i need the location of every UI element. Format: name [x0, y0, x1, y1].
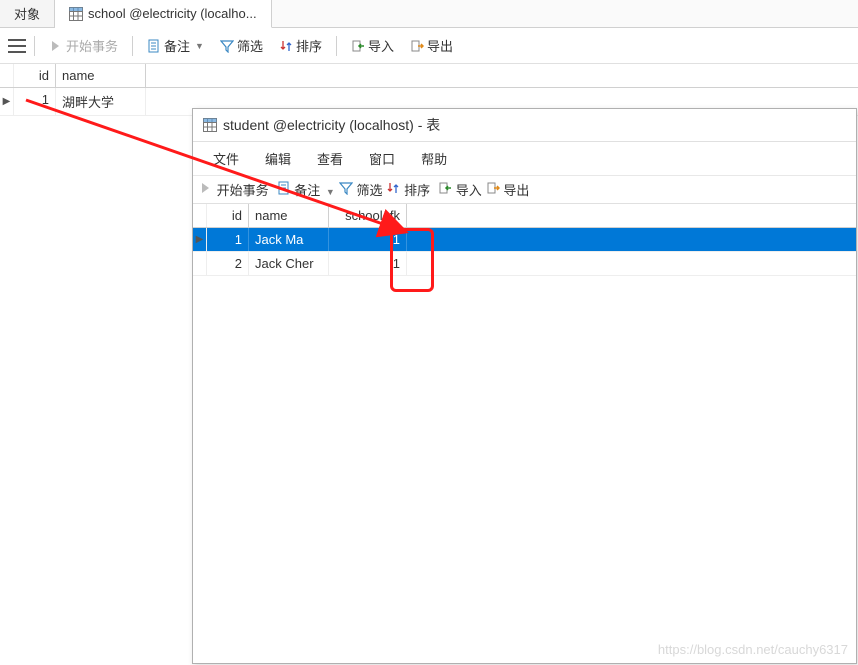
import-icon: [438, 181, 452, 195]
table-grid-icon: [69, 7, 83, 21]
export-icon: [486, 181, 500, 195]
col-header-id[interactable]: id: [207, 204, 249, 227]
row-marker: [0, 64, 14, 87]
student-grid: id name school_fk ▶ 1 Jack Ma 1 2 Jack C…: [193, 204, 856, 276]
table-row[interactable]: 2 Jack Cher 1: [193, 252, 856, 276]
cell-name[interactable]: 湖畔大学: [56, 88, 146, 115]
window-title: student @electricity (localhost) - 表: [223, 115, 440, 135]
import-icon: [351, 39, 365, 53]
start-tx-label: 开始事务: [217, 183, 269, 198]
row-marker-icon: ▶: [193, 228, 207, 251]
tab-objects-label: 对象: [14, 4, 40, 23]
col-header-schoolfk[interactable]: school_fk: [329, 204, 407, 227]
cell-id[interactable]: 2: [207, 252, 249, 275]
chevron-down-icon: ▼: [326, 187, 335, 197]
filter-button[interactable]: 筛选: [214, 33, 269, 58]
student-window: student @electricity (localhost) - 表 文件 …: [192, 108, 857, 664]
import-label: 导入: [456, 183, 482, 198]
row-marker-icon: ▶: [0, 88, 14, 115]
table-row[interactable]: ▶ 1 Jack Ma 1: [193, 228, 856, 252]
export-button[interactable]: 导出: [404, 33, 459, 58]
note-button[interactable]: 备注 ▼: [141, 33, 210, 58]
main-toolbar: 开始事务 备注 ▼ 筛选 排序 导入 导出: [0, 28, 858, 64]
menu-view[interactable]: 查看: [305, 146, 355, 171]
import-label: 导入: [368, 36, 394, 55]
cell-name[interactable]: Jack Cher: [249, 252, 329, 275]
col-header-name[interactable]: name: [56, 64, 146, 87]
menu-help[interactable]: 帮助: [409, 146, 459, 171]
cell-id[interactable]: 1: [207, 228, 249, 251]
sort-label: 排序: [296, 36, 322, 55]
note-icon: [277, 181, 291, 195]
cell-name[interactable]: Jack Ma: [249, 228, 329, 251]
cell-schoolfk[interactable]: 1: [329, 252, 407, 275]
note-label: 备注: [164, 36, 190, 55]
cell-id[interactable]: 1: [14, 88, 56, 115]
export-icon: [410, 39, 424, 53]
col-header-id[interactable]: id: [14, 64, 56, 87]
arrow-right-icon: [199, 181, 213, 195]
chevron-down-icon: ▼: [195, 41, 204, 51]
student-grid-header: id name school_fk: [193, 204, 856, 228]
sort-icon: [386, 181, 400, 195]
tab-school-label: school @electricity (localho...: [88, 6, 257, 21]
note-icon: [147, 39, 161, 53]
export-button[interactable]: 导出: [486, 180, 530, 199]
sort-icon: [279, 39, 293, 53]
watermark: https://blog.csdn.net/cauchy6317: [658, 642, 848, 657]
menu-window[interactable]: 窗口: [357, 146, 407, 171]
cell-schoolfk[interactable]: 1: [329, 228, 407, 251]
funnel-icon: [339, 181, 353, 195]
separator: [336, 36, 337, 56]
import-button[interactable]: 导入: [438, 180, 482, 199]
export-label: 导出: [503, 183, 529, 198]
import-button[interactable]: 导入: [345, 33, 400, 58]
funnel-icon: [220, 39, 234, 53]
filter-label: 筛选: [237, 36, 263, 55]
col-header-name[interactable]: name: [249, 204, 329, 227]
start-transaction-button[interactable]: 开始事务: [43, 33, 124, 58]
sort-button[interactable]: 排序: [273, 33, 328, 58]
sub-toolbar: 开始事务 备注 ▼ 筛选 排序 导入: [193, 176, 856, 204]
sort-button[interactable]: 排序: [386, 180, 430, 199]
menubar: 文件 编辑 查看 窗口 帮助: [193, 142, 856, 176]
export-label: 导出: [427, 36, 453, 55]
separator: [34, 36, 35, 56]
tab-school[interactable]: school @electricity (localho...: [55, 0, 272, 28]
menu-edit[interactable]: 编辑: [253, 146, 303, 171]
start-tx-label: 开始事务: [66, 36, 118, 55]
table-grid-icon: [203, 118, 217, 132]
filter-label: 筛选: [356, 183, 382, 198]
note-button[interactable]: 备注 ▼: [277, 180, 335, 199]
tab-objects[interactable]: 对象: [0, 0, 55, 27]
filter-button[interactable]: 筛选: [339, 180, 383, 199]
start-transaction-button[interactable]: 开始事务: [199, 180, 269, 199]
window-titlebar[interactable]: student @electricity (localhost) - 表: [193, 109, 856, 142]
sort-label: 排序: [404, 183, 430, 198]
note-label: 备注: [294, 183, 320, 198]
row-marker: [193, 204, 207, 227]
school-grid-header: id name: [0, 64, 858, 88]
arrow-right-icon: [49, 39, 63, 53]
menu-file[interactable]: 文件: [201, 146, 251, 171]
separator: [132, 36, 133, 56]
hamburger-icon[interactable]: [8, 39, 26, 53]
row-marker: [193, 252, 207, 275]
main-tabs: 对象 school @electricity (localho...: [0, 0, 858, 28]
